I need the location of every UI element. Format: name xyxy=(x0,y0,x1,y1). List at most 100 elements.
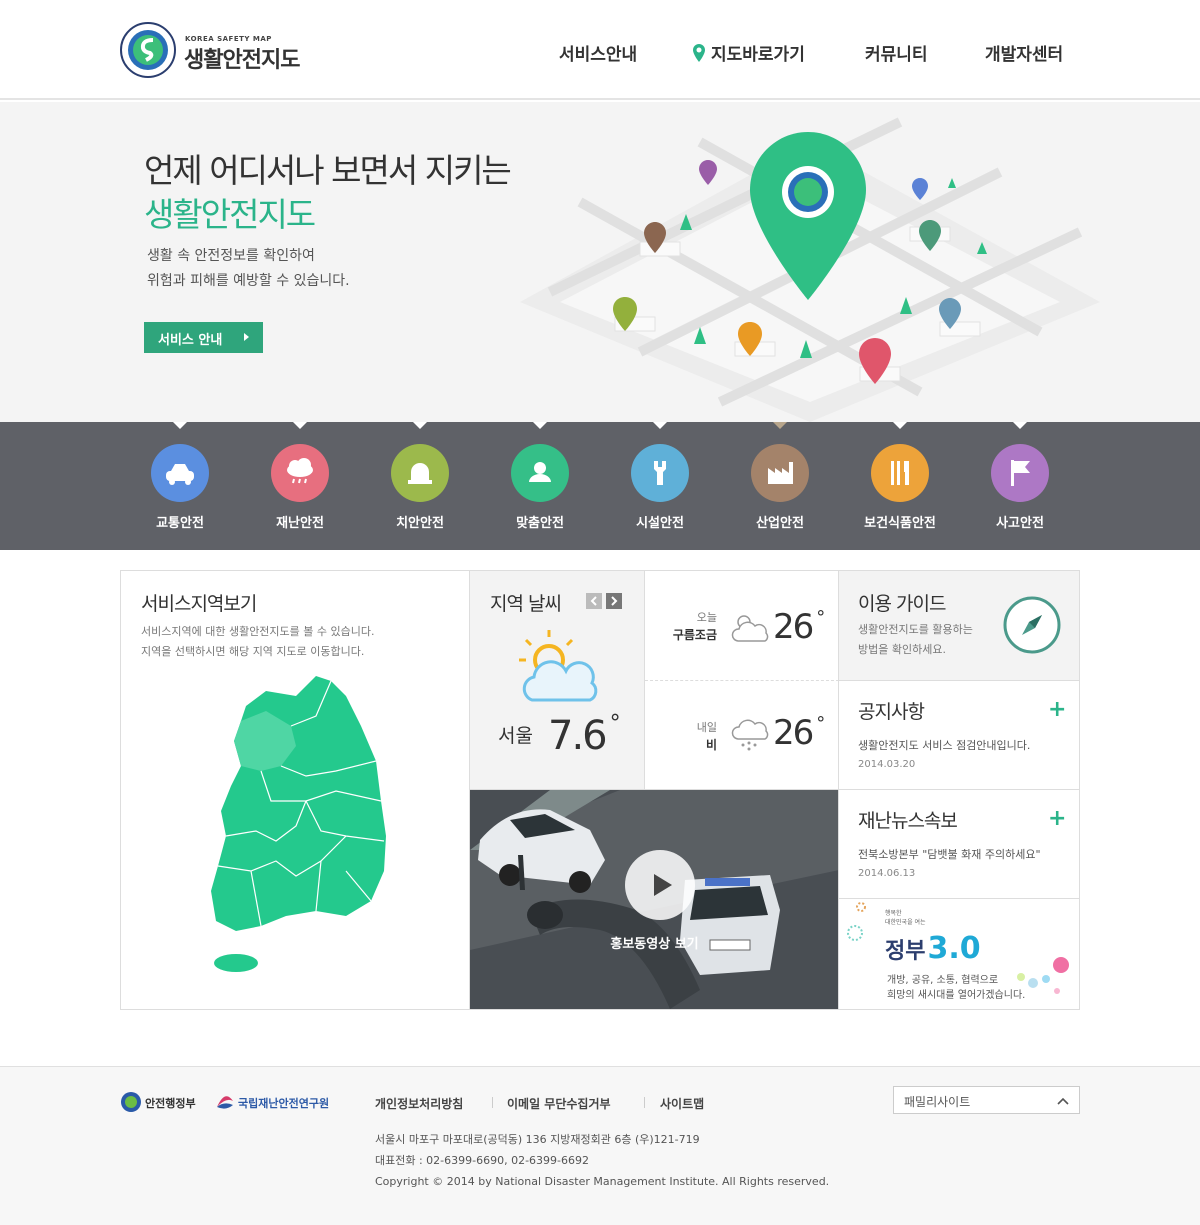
category-label: 보건식품안전 xyxy=(864,516,936,531)
region-description: 서비스지역에 대한 생활안전지도를 볼 수 있습니다. 지역을 선택하시면 해당… xyxy=(141,622,375,662)
category-notch xyxy=(533,422,547,429)
forecast-today: 오늘 구름조금 26 ° xyxy=(645,571,839,681)
category-disaster-safety[interactable]: 재난안전 xyxy=(240,422,360,550)
category-accident-safety[interactable]: 사고안전 xyxy=(960,422,1080,550)
category-label: 시설안전 xyxy=(636,516,684,531)
weather-temperature: 7.6 ° xyxy=(548,711,621,759)
fork-knife-icon xyxy=(871,444,929,502)
footer-link-sitemap[interactable]: 사이트맵 xyxy=(660,1095,704,1112)
gov30-tagline: 행복한 대한민국을 여는 xyxy=(885,909,926,927)
factory-icon xyxy=(751,444,809,502)
news-item[interactable]: 전북소방본부 "담뱃불 화재 주의하세요" xyxy=(858,846,1041,862)
nav-map-shortcut[interactable]: 지도바로가기 xyxy=(693,40,805,65)
content-grid: 서비스지역보기 서비스지역에 대한 생활안전지도를 볼 수 있습니다. 지역을 … xyxy=(120,570,1080,1010)
police-car xyxy=(680,875,780,975)
gov30-description: 개방, 공유, 소통, 협력으로 희망의 새시대를 열어가겠습니다. xyxy=(887,973,1025,1003)
forecast-today-temp: 26 ° xyxy=(773,607,825,647)
notice-panel: 공지사항 + 생활안전지도 서비스 점검안내입니다. 2014.03.20 xyxy=(839,681,1079,790)
forecast-today-condition: 구름조금 xyxy=(672,628,717,642)
nav-developer-center[interactable]: 개발자센터 xyxy=(985,40,1063,65)
play-icon[interactable] xyxy=(625,850,695,920)
rain-cloud-icon xyxy=(271,444,329,502)
compass-icon xyxy=(1003,596,1061,654)
category-custom-safety[interactable]: 맞춤안전 xyxy=(480,422,600,550)
forecast-tomorrow-temp-value: 26 xyxy=(773,713,814,753)
nav-service-info[interactable]: 서비스안내 xyxy=(559,40,637,65)
family-site-label: 패밀리사이트 xyxy=(904,1095,971,1109)
chevron-up-icon xyxy=(1057,1097,1069,1105)
forecast-today-temp-value: 26 xyxy=(773,607,814,647)
disaster-news-panel: 재난뉴스속보 + 전북소방본부 "담뱃불 화재 주의하세요" 2014.06.1… xyxy=(839,790,1079,899)
rain-icon xyxy=(731,719,769,751)
arrow-right-icon xyxy=(244,333,249,341)
korea-region-map[interactable] xyxy=(206,671,406,981)
service-region-panel: 서비스지역보기 서비스지역에 대한 생활안전지도를 볼 수 있습니다. 지역을 … xyxy=(121,571,470,1009)
category-health-food-safety[interactable]: 보건식품안전 xyxy=(840,422,960,550)
category-traffic-safety[interactable]: 교통안전 xyxy=(120,422,240,550)
category-label: 맞춤안전 xyxy=(516,516,564,531)
notice-title: 공지사항 xyxy=(858,701,925,723)
forecast-tomorrow-condition: 비 xyxy=(705,738,717,752)
nav-map-label: 지도바로가기 xyxy=(711,45,805,65)
weather-city: 서울 xyxy=(498,725,533,747)
region-desc-line2: 지역을 선택하시면 해당 지역 지도로 이동합니다. xyxy=(141,645,365,658)
degree-symbol: ° xyxy=(816,607,825,628)
site-header: KOREA SAFETY MAP 생활안전지도 서비스안내 지도바로가기 커뮤니… xyxy=(0,0,1200,100)
next-arrow-icon[interactable] xyxy=(606,593,622,609)
gov30-banner[interactable]: 행복한 대한민국을 여는 정부3.0 개방, 공유, 소통, 협력으로 희망의 … xyxy=(839,899,1079,1009)
category-notch xyxy=(893,422,907,429)
person-icon xyxy=(511,444,569,502)
site-footer: 안전행정부 국립재난안전연구원 개인정보처리방침 이메일 무단수집거부 사이트맵… xyxy=(0,1066,1200,1225)
jeju-region[interactable] xyxy=(214,954,258,972)
category-notch xyxy=(413,422,427,429)
footer-divider xyxy=(644,1097,645,1108)
partly-cloudy-icon xyxy=(731,615,769,642)
family-site-select[interactable]: 패밀리사이트 xyxy=(893,1086,1080,1114)
gov30-title: 정부3.0 xyxy=(885,931,981,966)
region-title: 서비스지역보기 xyxy=(141,593,257,615)
category-industrial-safety[interactable]: 산업안전 xyxy=(720,422,840,550)
nav-community[interactable]: 커뮤니티 xyxy=(865,40,928,65)
footer-link-privacy[interactable]: 개인정보처리방침 xyxy=(375,1095,463,1112)
notice-more-plus-icon[interactable]: + xyxy=(1048,697,1066,722)
category-facility-safety[interactable]: 시설안전 xyxy=(600,422,720,550)
footer-divider xyxy=(492,1097,493,1108)
category-security-safety[interactable]: 치안안전 xyxy=(360,422,480,550)
footer-logo1-label: 안전행정부 xyxy=(145,1097,196,1110)
category-notch xyxy=(773,422,787,429)
footer-logo-mois[interactable]: 안전행정부 xyxy=(120,1091,196,1113)
notice-item[interactable]: 생활안전지도 서비스 점검안내입니다. xyxy=(858,737,1030,753)
hero-description: 생활 속 안전정보를 확인하여 위험과 피해를 예방할 수 있습니다. xyxy=(147,244,350,294)
gov30-title-text: 정부 xyxy=(885,939,926,964)
prev-arrow-icon[interactable] xyxy=(586,593,602,609)
gov30-desc-line1: 개방, 공유, 소통, 협력으로 xyxy=(887,975,999,986)
hero-title-highlight: 생활안전지도 xyxy=(144,195,316,234)
flag-icon xyxy=(991,444,1049,502)
gov30-number: 3.0 xyxy=(927,931,981,966)
footer-logo2-label: 국립재난안전연구원 xyxy=(238,1097,330,1110)
map-pin-icon xyxy=(693,44,705,62)
promo-video-panel[interactable]: 홍보동영상 보기 xyxy=(470,790,839,1009)
usage-guide-panel[interactable]: 이용 가이드 생활안전지도를 활용하는 방법을 확인하세요. xyxy=(839,571,1079,681)
mois-emblem-icon xyxy=(121,1092,141,1112)
hero-map-illustration xyxy=(520,117,1100,422)
news-title: 재난뉴스속보 xyxy=(858,810,958,832)
category-notch xyxy=(293,422,307,429)
category-notch xyxy=(173,422,187,429)
hero-desc-line1: 생활 속 안전정보를 확인하여 xyxy=(147,248,315,264)
news-more-plus-icon[interactable]: + xyxy=(1048,806,1066,831)
site-logo[interactable]: KOREA SAFETY MAP 생활안전지도 xyxy=(120,22,320,78)
guide-description: 생활안전지도를 활용하는 방법을 확인하세요. xyxy=(858,620,973,660)
region-desc-line1: 서비스지역에 대한 생활안전지도를 볼 수 있습니다. xyxy=(141,625,375,638)
promo-video-label: 홍보동영상 보기 xyxy=(610,937,699,952)
footer-logo-ndmi[interactable]: 국립재난안전연구원 xyxy=(214,1091,329,1113)
hero-banner: 언제 어디서나 보면서 지키는 생활안전지도 생활 속 안전정보를 확인하여 위… xyxy=(0,102,1200,422)
footer-info: 서울시 마포구 마포대로(공덕동) 136 지방재정회관 6층 (우)121-7… xyxy=(375,1129,829,1192)
gov30-tagline-line2: 대한민국을 여는 xyxy=(885,919,926,926)
service-info-button[interactable]: 서비스 안내 xyxy=(144,322,263,353)
sun-cloud-icon xyxy=(519,630,598,702)
footer-link-email-refusal[interactable]: 이메일 무단수집거부 xyxy=(507,1095,611,1112)
footer-address: 서울시 마포구 마포대로(공덕동) 136 지방재정회관 6층 (우)121-7… xyxy=(375,1133,700,1146)
weather-temp-value: 7.6 xyxy=(548,713,608,759)
ndmi-emblem-icon xyxy=(217,1096,233,1109)
